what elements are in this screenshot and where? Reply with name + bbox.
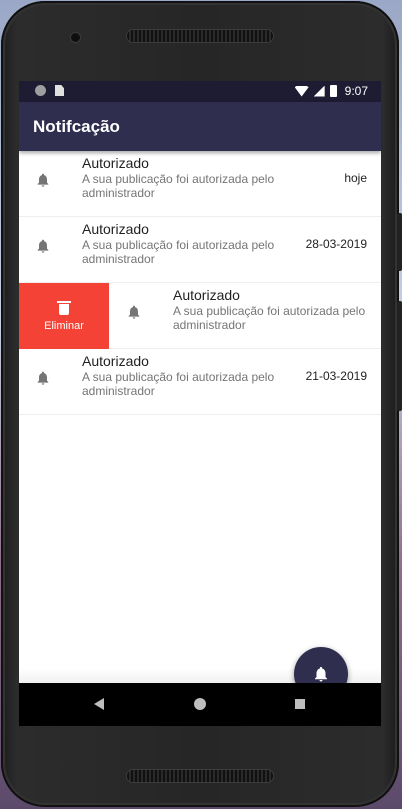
delete-button[interactable]: Eliminar [19, 283, 109, 349]
notification-title: Autorizado [82, 155, 149, 171]
notification-title: Autorizado [82, 353, 149, 369]
back-icon[interactable] [94, 698, 104, 710]
notification-dot-icon [35, 85, 46, 96]
notification-message: A sua publicação foi autorizada pelo adm… [82, 238, 275, 266]
sd-card-icon [55, 85, 64, 96]
delete-label: Eliminar [44, 319, 84, 332]
home-icon[interactable] [194, 698, 206, 710]
bell-icon [37, 239, 49, 253]
notification-content[interactable]: Autorizado A sua publicação foi autoriza… [110, 283, 381, 349]
status-time: 9:07 [344, 84, 368, 98]
trash-icon [57, 300, 71, 315]
bell-icon [315, 666, 327, 682]
notification-date: hoje [344, 171, 367, 185]
bell-icon [37, 371, 49, 385]
top-speaker [127, 30, 273, 42]
notification-item[interactable]: Autorizado A sua publicação foi autoriza… [19, 151, 381, 217]
notification-title: Autorizado [82, 221, 149, 237]
page-title: Notifcação [33, 117, 120, 136]
notification-title: Autorizado [173, 287, 240, 303]
status-bar: 9:07 [19, 81, 381, 102]
power-button [397, 213, 402, 271]
wifi-icon [294, 85, 309, 97]
bell-icon [128, 305, 140, 319]
screen: 9:07 Notifcação Autorizado A sua publica… [19, 81, 381, 726]
notification-list: Autorizado A sua publicação foi autoriza… [19, 151, 381, 415]
bottom-speaker [127, 770, 273, 782]
notification-message: A sua publicação foi autorizada pelo adm… [82, 172, 275, 200]
notification-item[interactable]: Autorizado A sua publicação foi autoriza… [19, 349, 381, 415]
volume-button [397, 301, 402, 411]
notification-message: A sua publicação foi autorizada pelo adm… [82, 370, 275, 398]
recent-apps-icon[interactable] [295, 699, 305, 709]
app-bar: Notifcação [19, 102, 381, 151]
battery-icon [329, 85, 337, 97]
notification-item[interactable]: Autorizado A sua publicação foi autoriza… [19, 217, 381, 283]
notification-date: 28-03-2019 [305, 237, 367, 251]
bell-icon [37, 173, 49, 187]
phone-frame: 9:07 Notifcação Autorizado A sua publica… [1, 1, 402, 807]
notification-item-swiped[interactable]: Eliminar Autorizado A sua publicação foi… [19, 283, 381, 349]
notification-message: A sua publicação foi autorizada pelo adm… [173, 304, 366, 332]
front-camera [71, 33, 80, 42]
notification-date: 21-03-2019 [305, 369, 367, 383]
navigation-bar [19, 683, 381, 726]
signal-icon [313, 85, 325, 97]
